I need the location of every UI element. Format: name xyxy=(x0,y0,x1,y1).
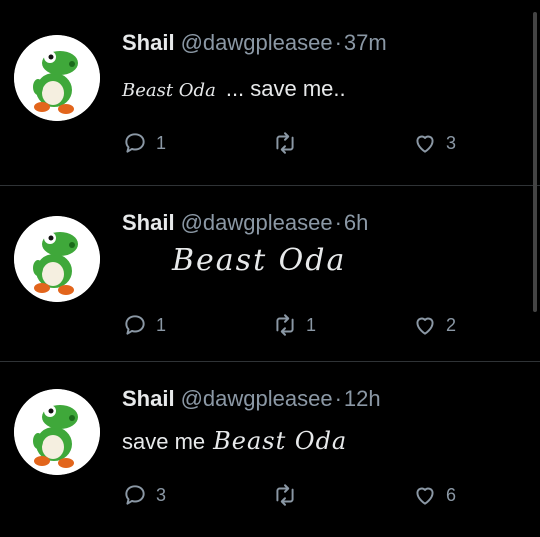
separator-dot: · xyxy=(334,386,342,411)
tweet-actions: 3 6 xyxy=(122,480,492,510)
reply-icon xyxy=(125,133,145,153)
tweet-header: Shail @dawgpleasee·12h xyxy=(122,386,381,412)
retweet-icon xyxy=(276,314,294,336)
retweet-button[interactable] xyxy=(272,128,306,158)
tweet-header: Shail @dawgpleasee·6h xyxy=(122,210,368,236)
separator-dot: · xyxy=(334,210,342,235)
like-count: 3 xyxy=(446,132,457,153)
like-count: 2 xyxy=(446,314,457,335)
tweet-1[interactable]: Shail @dawgpleasee·37m Beast Oda ... save … xyxy=(0,0,540,186)
display-name[interactable]: Shail xyxy=(122,210,175,235)
like-button[interactable]: 3 xyxy=(412,128,456,158)
timestamp[interactable]: 37m xyxy=(344,30,387,55)
user-avatar[interactable] xyxy=(14,35,100,121)
display-name[interactable]: Shail xyxy=(122,386,175,411)
reply-button[interactable]: 1 xyxy=(122,310,166,340)
retweet-count: 1 xyxy=(306,314,317,335)
separator-dot: · xyxy=(334,30,342,55)
handwritten-annotation: Beast Oda xyxy=(213,427,348,455)
like-button[interactable]: 2 xyxy=(412,310,456,340)
tweet-3[interactable]: Shail @dawgpleasee·12h save me Beast Oda 3… xyxy=(0,362,540,537)
user-avatar[interactable] xyxy=(14,216,100,302)
yoshi-avatar-icon xyxy=(14,35,100,121)
heart-icon xyxy=(416,135,434,153)
reply-count: 1 xyxy=(156,314,167,335)
like-button[interactable]: 6 xyxy=(412,480,456,510)
tweet-text: Beast Oda ... save me.. xyxy=(122,76,346,104)
heart-icon xyxy=(416,317,434,335)
like-count: 6 xyxy=(446,484,457,505)
timestamp[interactable]: 12h xyxy=(344,386,381,411)
tweet-header: Shail @dawgpleasee·37m xyxy=(122,30,387,56)
retweet-icon xyxy=(276,132,294,154)
reply-count: 3 xyxy=(156,484,167,505)
yoshi-avatar-icon xyxy=(14,389,100,475)
retweet-button[interactable]: 1 xyxy=(272,310,316,340)
yoshi-avatar-icon xyxy=(14,216,100,302)
tweet-body: ... save me.. xyxy=(225,76,346,101)
reply-icon xyxy=(125,485,145,505)
tweet-2[interactable]: Shail @dawgpleasee·6h Beast Oda 1 1 2 xyxy=(0,186,540,362)
user-handle[interactable]: @dawgpleasee xyxy=(181,210,333,235)
handwritten-annotation: Beast Oda xyxy=(122,80,216,101)
timestamp[interactable]: 6h xyxy=(344,210,368,235)
user-handle[interactable]: @dawgpleasee xyxy=(181,386,333,411)
reply-count: 1 xyxy=(156,132,167,153)
reply-button[interactable]: 3 xyxy=(122,480,166,510)
tweet-body: save me xyxy=(122,429,206,454)
display-name[interactable]: Shail xyxy=(122,30,175,55)
tweet-actions: 1 1 2 xyxy=(122,310,492,340)
heart-icon xyxy=(416,487,434,505)
handwritten-annotation: Beast Oda xyxy=(172,243,347,278)
retweet-icon xyxy=(276,484,294,506)
user-handle[interactable]: @dawgpleasee xyxy=(181,30,333,55)
tweet-actions: 1 3 xyxy=(122,128,492,158)
reply-button[interactable]: 1 xyxy=(122,128,166,158)
tweet-text: Beast Oda xyxy=(122,246,346,276)
retweet-button[interactable] xyxy=(272,480,306,510)
tweet-text: save me Beast Oda xyxy=(122,428,347,455)
scrollbar[interactable] xyxy=(533,12,537,312)
reply-icon xyxy=(125,315,145,335)
user-avatar[interactable] xyxy=(14,389,100,475)
